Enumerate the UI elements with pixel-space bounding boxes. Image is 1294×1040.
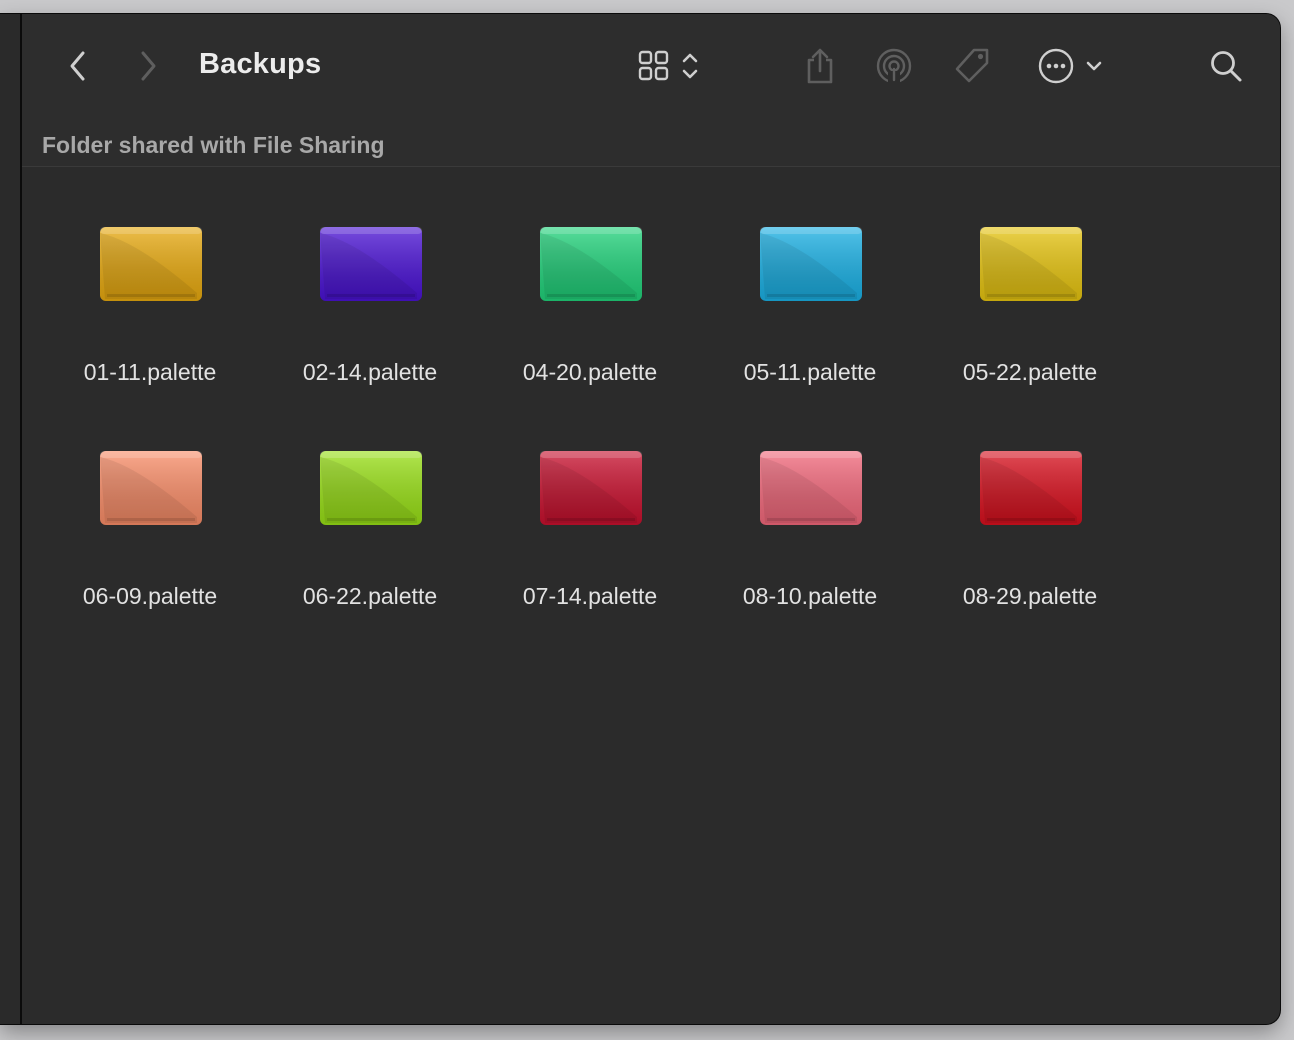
toolbar: Backups — [22, 14, 1280, 119]
folder-icon — [97, 223, 205, 307]
file-item[interactable]: 06-22.palette — [260, 411, 480, 635]
file-grid: 01-11.palette 02-14.palette 04-20.palette 0… — [22, 167, 1280, 1024]
forward-icon — [138, 50, 158, 82]
file-item[interactable]: 08-10.palette — [700, 411, 920, 635]
file-name: 07-14.palette — [522, 583, 658, 609]
file-item[interactable]: 05-11.palette — [700, 187, 920, 411]
file-name: 05-11.palette — [743, 359, 877, 385]
view-mode-button[interactable] — [628, 46, 708, 86]
file-name: 06-22.palette — [302, 583, 438, 609]
grid-view-icon — [637, 49, 671, 83]
file-name: 01-11.palette — [83, 359, 217, 385]
sidebar-edge — [0, 14, 22, 1024]
file-item[interactable]: 02-14.palette — [260, 187, 480, 411]
folder-icon — [317, 223, 425, 307]
folder-icon — [537, 223, 645, 307]
folder-icon — [977, 223, 1085, 307]
search-icon — [1209, 49, 1243, 83]
file-item[interactable]: 08-29.palette — [920, 411, 1140, 635]
file-item[interactable]: 04-20.palette — [480, 187, 700, 411]
search-button[interactable] — [1206, 46, 1246, 86]
file-name: 06-09.palette — [82, 583, 218, 609]
file-item[interactable]: 05-22.palette — [920, 187, 1140, 411]
chevron-down-icon — [1085, 59, 1103, 73]
file-name: 02-14.palette — [302, 359, 438, 385]
window-title: Backups — [199, 48, 322, 80]
file-name: 08-10.palette — [742, 583, 878, 609]
folder-icon — [97, 447, 205, 531]
file-item[interactable]: 07-14.palette — [480, 411, 700, 635]
folder-icon — [757, 223, 865, 307]
info-bar-text: Folder shared with File Sharing — [42, 132, 385, 158]
tag-icon — [952, 46, 992, 86]
folder-icon — [757, 447, 865, 531]
share-icon — [804, 47, 836, 85]
finder-window: Backups Folder shared with File Sharing … — [0, 14, 1280, 1024]
more-actions-button[interactable] — [1034, 44, 1106, 88]
back-button[interactable] — [60, 48, 96, 84]
file-item[interactable]: 01-11.palette — [40, 187, 260, 411]
folder-icon — [977, 447, 1085, 531]
sort-chevron-icon — [681, 49, 699, 83]
forward-button[interactable] — [130, 48, 166, 84]
folder-icon — [317, 447, 425, 531]
airdrop-icon — [875, 47, 913, 85]
file-name: 08-29.palette — [962, 583, 1098, 609]
file-name: 04-20.palette — [522, 359, 658, 385]
back-icon — [68, 50, 88, 82]
file-item[interactable]: 06-09.palette — [40, 411, 260, 635]
info-bar: Folder shared with File Sharing — [22, 118, 1280, 167]
tag-button[interactable] — [950, 44, 994, 88]
more-icon — [1037, 47, 1075, 85]
share-button[interactable] — [800, 44, 840, 88]
file-name: 05-22.palette — [962, 359, 1098, 385]
airdrop-button[interactable] — [872, 44, 916, 88]
folder-icon — [537, 447, 645, 531]
